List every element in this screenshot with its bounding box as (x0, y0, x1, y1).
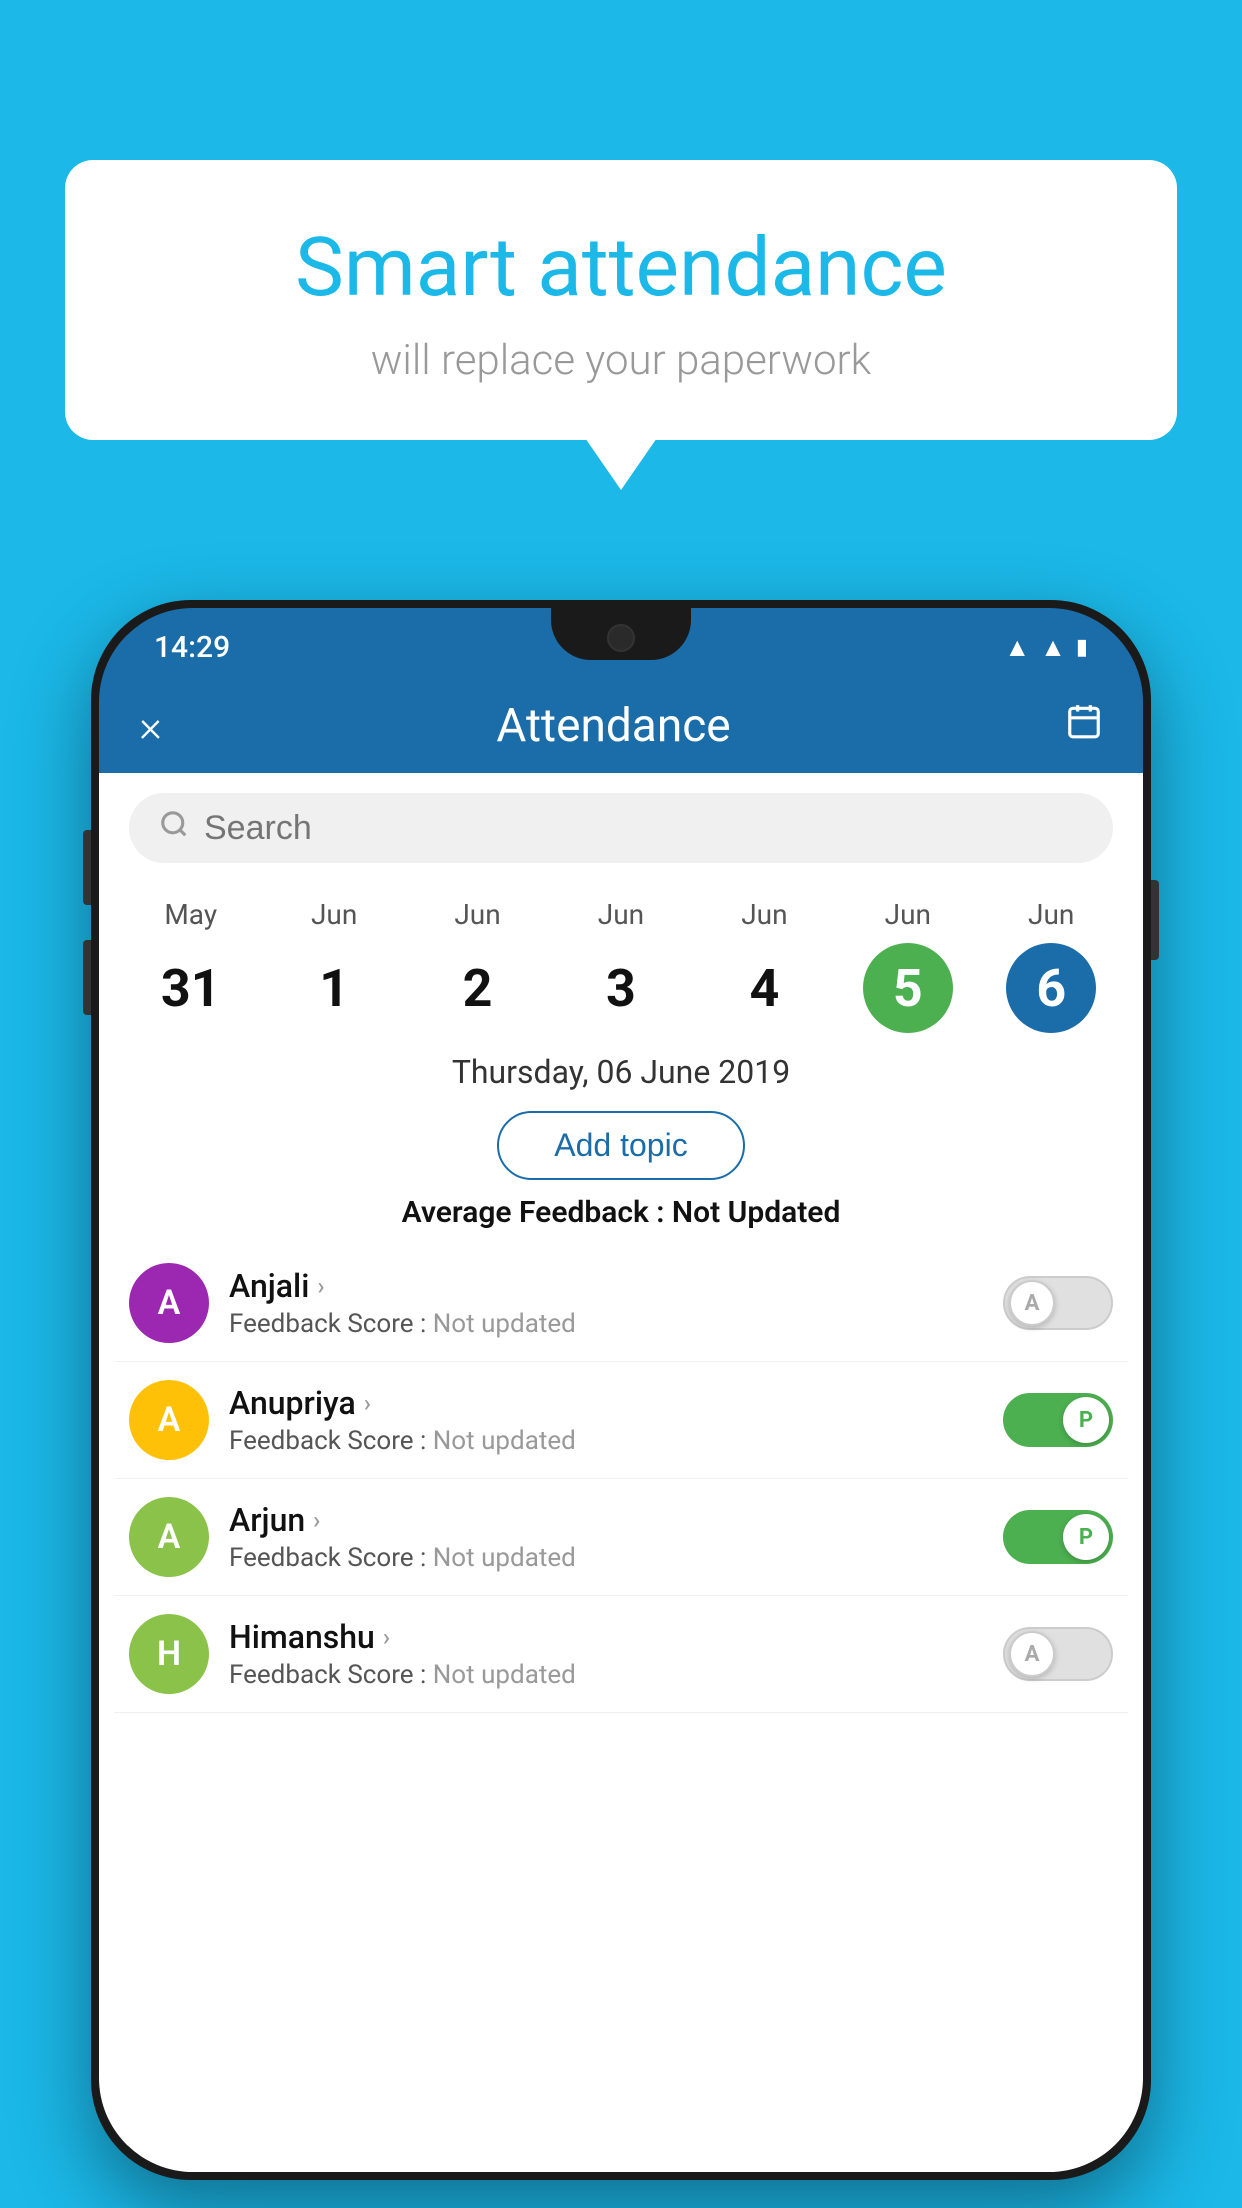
student-info: Anjali › Feedback Score : Not updated (229, 1267, 983, 1339)
chevron-icon: › (364, 1389, 371, 1417)
cal-month-label: Jun (598, 898, 644, 931)
status-icons: ▲ ▲ ▮ (1004, 632, 1088, 663)
toggle-knob: A (1009, 1280, 1055, 1326)
wifi-icon: ▲ (1004, 632, 1030, 663)
avg-feedback: Average Feedback : Not Updated (99, 1195, 1143, 1230)
cal-date-label: 1 (289, 943, 379, 1033)
cal-month-label: May (164, 898, 217, 931)
battery-icon: ▮ (1076, 635, 1088, 660)
cal-month-label: Jun (885, 898, 931, 931)
student-name: Arjun › (229, 1501, 983, 1539)
feedback-label: Feedback Score : (229, 1426, 426, 1456)
attendance-toggle[interactable]: A (1003, 1276, 1113, 1330)
calendar-icon[interactable] (1065, 702, 1103, 750)
cal-month-label: Jun (311, 898, 357, 931)
avatar: A (129, 1380, 209, 1460)
search-icon (159, 809, 189, 847)
phone-outer: 14:29 ▲ ▲ ▮ × Attendance (91, 600, 1151, 2180)
search-input[interactable] (204, 809, 1083, 848)
attendance-toggle[interactable]: P (1003, 1393, 1113, 1447)
toggle-knob: A (1009, 1631, 1055, 1677)
cal-month-label: Jun (454, 898, 500, 931)
student-item[interactable]: H Himanshu › Feedback Score : Not update… (114, 1596, 1128, 1713)
toggle-switch[interactable]: P (1003, 1510, 1113, 1564)
feedback-label: Feedback Score : (229, 1309, 426, 1339)
search-bar[interactable] (129, 793, 1113, 863)
phone-container: 14:29 ▲ ▲ ▮ × Attendance (91, 600, 1151, 2180)
speech-bubble-title: Smart attendance (115, 220, 1127, 316)
cal-date-label: 4 (719, 943, 809, 1033)
chevron-icon: › (383, 1623, 390, 1651)
speech-bubble-subtitle: will replace your paperwork (115, 336, 1127, 385)
toggle-knob: P (1063, 1397, 1109, 1443)
add-topic-button[interactable]: Add topic (497, 1111, 744, 1180)
vol-down-button (83, 940, 91, 1015)
student-name: Himanshu › (229, 1618, 983, 1656)
avg-feedback-label: Average Feedback : (402, 1195, 665, 1230)
cal-date-label: 3 (576, 943, 666, 1033)
phone-notch (551, 608, 691, 660)
toggle-knob: P (1063, 1514, 1109, 1560)
chevron-icon: › (313, 1506, 320, 1534)
cal-date-label: 6 (1006, 943, 1096, 1033)
calendar-day[interactable]: Jun 5 (848, 898, 968, 1033)
cal-month-label: Jun (1028, 898, 1074, 931)
calendar-day[interactable]: Jun 2 (418, 898, 538, 1033)
selected-date: Thursday, 06 June 2019 (99, 1033, 1143, 1101)
student-list: A Anjali › Feedback Score : Not updated … (99, 1245, 1143, 1713)
cal-date-label: 5 (863, 943, 953, 1033)
camera (607, 624, 635, 652)
toggle-switch[interactable]: P (1003, 1393, 1113, 1447)
feedback-label: Feedback Score : (229, 1660, 426, 1690)
avg-feedback-value: Not Updated (672, 1195, 840, 1230)
student-info: Arjun › Feedback Score : Not updated (229, 1501, 983, 1573)
attendance-toggle[interactable]: P (1003, 1510, 1113, 1564)
cal-date-label: 31 (146, 943, 236, 1033)
student-item[interactable]: A Anupriya › Feedback Score : Not update… (114, 1362, 1128, 1479)
feedback-label: Feedback Score : (229, 1543, 426, 1573)
calendar-day[interactable]: May 31 (131, 898, 251, 1033)
calendar-day[interactable]: Jun 1 (274, 898, 394, 1033)
toggle-switch[interactable]: A (1003, 1276, 1113, 1330)
student-name: Anjali › (229, 1267, 983, 1305)
feedback-score: Feedback Score : Not updated (229, 1309, 983, 1339)
avatar: A (129, 1497, 209, 1577)
screen-content: May 31 Jun 1 Jun 2 Jun 3 Jun 4 Jun 5 Jun… (99, 773, 1143, 2172)
feedback-score: Feedback Score : Not updated (229, 1426, 983, 1456)
close-button[interactable]: × (139, 700, 162, 752)
avatar: H (129, 1614, 209, 1694)
signal-icon: ▲ (1040, 632, 1066, 663)
cal-month-label: Jun (741, 898, 787, 931)
student-info: Anupriya › Feedback Score : Not updated (229, 1384, 983, 1456)
student-info: Himanshu › Feedback Score : Not updated (229, 1618, 983, 1690)
student-item[interactable]: A Anjali › Feedback Score : Not updated … (114, 1245, 1128, 1362)
chevron-icon: › (317, 1272, 324, 1300)
feedback-score: Feedback Score : Not updated (229, 1660, 983, 1690)
phone-screen: 14:29 ▲ ▲ ▮ × Attendance (99, 608, 1143, 2172)
speech-bubble-container: Smart attendance will replace your paper… (65, 160, 1177, 440)
avatar: A (129, 1263, 209, 1343)
calendar-strip: May 31 Jun 1 Jun 2 Jun 3 Jun 4 Jun 5 Jun… (99, 883, 1143, 1033)
calendar-day[interactable]: Jun 4 (704, 898, 824, 1033)
student-name: Anupriya › (229, 1384, 983, 1422)
power-button (1151, 880, 1159, 960)
student-item[interactable]: A Arjun › Feedback Score : Not updated P (114, 1479, 1128, 1596)
calendar-day[interactable]: Jun 3 (561, 898, 681, 1033)
status-time: 14:29 (154, 630, 230, 665)
app-title: Attendance (496, 699, 730, 753)
speech-bubble: Smart attendance will replace your paper… (65, 160, 1177, 440)
calendar-day[interactable]: Jun 6 (991, 898, 1111, 1033)
attendance-toggle[interactable]: A (1003, 1627, 1113, 1681)
vol-up-button (83, 830, 91, 905)
app-bar: × Attendance (99, 678, 1143, 773)
toggle-switch[interactable]: A (1003, 1627, 1113, 1681)
feedback-score: Feedback Score : Not updated (229, 1543, 983, 1573)
cal-date-label: 2 (433, 943, 523, 1033)
